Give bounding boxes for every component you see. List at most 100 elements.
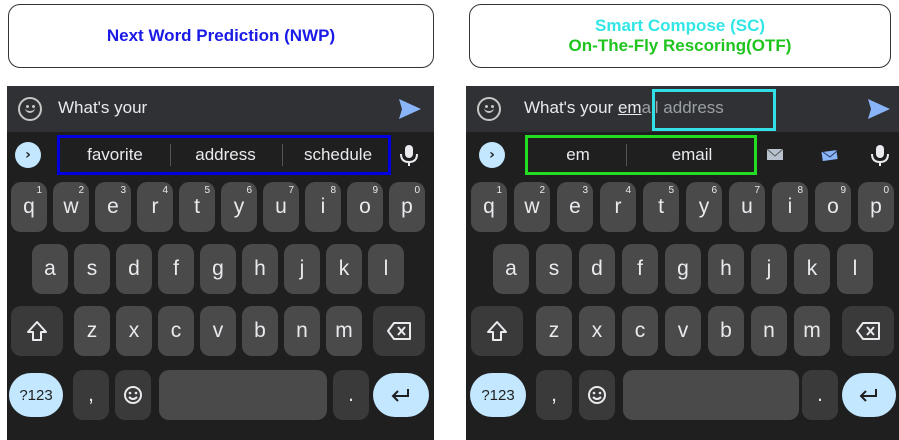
emoji-key[interactable]: [579, 370, 615, 420]
suggestion-strip: › favorite address schedule: [7, 132, 434, 176]
key-y[interactable]: y6: [686, 182, 722, 232]
text-input-bar[interactable]: What's your: [7, 86, 434, 132]
send-arrow-icon[interactable]: [398, 98, 422, 120]
key-b[interactable]: b: [708, 306, 744, 356]
key-o[interactable]: o9: [815, 182, 851, 232]
key-g[interactable]: g: [200, 244, 236, 294]
key-m[interactable]: m: [794, 306, 830, 356]
key-j[interactable]: j: [284, 244, 320, 294]
key-i[interactable]: i8: [772, 182, 808, 232]
key-y[interactable]: y6: [221, 182, 257, 232]
backspace-icon: [387, 322, 411, 340]
key-row-4: ?123 , .: [7, 370, 434, 420]
key-n[interactable]: n: [284, 306, 320, 356]
key-l[interactable]: l: [837, 244, 873, 294]
key-row-4: ?123 , .: [466, 370, 899, 420]
chevron-right-icon[interactable]: ›: [479, 142, 505, 168]
key-c[interactable]: c: [158, 306, 194, 356]
key-o[interactable]: o9: [347, 182, 383, 232]
period-key[interactable]: .: [802, 370, 838, 420]
key-e[interactable]: e3: [95, 182, 131, 232]
key-u[interactable]: u7: [263, 182, 299, 232]
key-t[interactable]: t5: [179, 182, 215, 232]
key-z[interactable]: z: [536, 306, 572, 356]
otf-caption-title: On-The-Fly Rescoring(OTF): [568, 36, 792, 55]
enter-key[interactable]: [373, 373, 429, 417]
key-h[interactable]: h: [242, 244, 278, 294]
key-row-2: a s d f g h j k l: [7, 244, 434, 294]
backspace-key[interactable]: [842, 306, 894, 356]
symbols-key[interactable]: ?123: [470, 373, 526, 417]
key-l[interactable]: l: [368, 244, 404, 294]
shift-key[interactable]: [11, 306, 63, 356]
enter-key[interactable]: [842, 373, 896, 417]
key-x[interactable]: x: [116, 306, 152, 356]
key-k[interactable]: k: [794, 244, 830, 294]
key-u[interactable]: u7: [729, 182, 765, 232]
smiley-icon: [588, 386, 606, 404]
smiley-icon[interactable]: [18, 97, 42, 121]
key-f[interactable]: f: [158, 244, 194, 294]
key-a[interactable]: a: [493, 244, 529, 294]
backspace-key[interactable]: [373, 306, 425, 356]
key-n[interactable]: n: [751, 306, 787, 356]
input-prefix: What's your: [524, 98, 618, 117]
shift-arrow-icon: [27, 321, 47, 341]
key-j[interactable]: j: [751, 244, 787, 294]
key-w[interactable]: w2: [514, 182, 550, 232]
key-z[interactable]: z: [74, 306, 110, 356]
input-typed: em: [617, 98, 642, 117]
sc-highlight-box: [652, 89, 776, 131]
key-c[interactable]: c: [622, 306, 658, 356]
key-v[interactable]: v: [200, 306, 236, 356]
message-input-text[interactable]: What's your: [58, 98, 147, 118]
envelope-icon[interactable]: [821, 148, 839, 161]
symbols-key[interactable]: ?123: [9, 373, 63, 417]
enter-return-icon: [391, 389, 409, 402]
key-f[interactable]: f: [622, 244, 658, 294]
comma-key[interactable]: ,: [73, 370, 109, 420]
key-r[interactable]: r4: [137, 182, 173, 232]
envelope-icon[interactable]: [766, 148, 784, 161]
send-arrow-icon[interactable]: [867, 98, 891, 120]
key-a[interactable]: a: [32, 244, 68, 294]
key-d[interactable]: d: [579, 244, 615, 294]
key-k[interactable]: k: [326, 244, 362, 294]
left-keyboard-panel: What's your › favorite address schedule …: [7, 86, 434, 440]
key-e[interactable]: e3: [557, 182, 593, 232]
key-i[interactable]: i8: [305, 182, 341, 232]
nwp-highlight-box: [57, 135, 391, 175]
key-d[interactable]: d: [116, 244, 152, 294]
key-row-1: q1 w2 e3 r4 t5 y6 u7 i8 o9 p0: [466, 182, 899, 232]
nwp-caption-title: Next Word Prediction (NWP): [106, 26, 336, 45]
key-s[interactable]: s: [74, 244, 110, 294]
comma-key[interactable]: ,: [536, 370, 572, 420]
mic-icon[interactable]: [867, 142, 893, 168]
smiley-icon[interactable]: [477, 97, 501, 121]
mic-icon[interactable]: [396, 142, 422, 168]
key-x[interactable]: x: [579, 306, 615, 356]
key-g[interactable]: g: [665, 244, 701, 294]
key-row-3: z x c v b n m: [466, 306, 899, 356]
shift-arrow-icon: [487, 321, 507, 341]
shift-key[interactable]: [471, 306, 523, 356]
key-q[interactable]: q1: [471, 182, 507, 232]
suggestion-strip: › em email: [466, 132, 899, 176]
space-key[interactable]: [159, 370, 327, 420]
key-p[interactable]: p0: [858, 182, 894, 232]
key-r[interactable]: r4: [600, 182, 636, 232]
key-b[interactable]: b: [242, 306, 278, 356]
space-key[interactable]: [623, 370, 799, 420]
key-s[interactable]: s: [536, 244, 572, 294]
emoji-key[interactable]: [115, 370, 151, 420]
key-p[interactable]: p0: [389, 182, 425, 232]
key-w[interactable]: w2: [53, 182, 89, 232]
key-m[interactable]: m: [326, 306, 362, 356]
key-q[interactable]: q1: [11, 182, 47, 232]
sc-otf-caption: Smart Compose (SC) On-The-Fly Rescoring(…: [469, 4, 891, 68]
key-v[interactable]: v: [665, 306, 701, 356]
key-h[interactable]: h: [708, 244, 744, 294]
period-key[interactable]: .: [333, 370, 369, 420]
key-t[interactable]: t5: [643, 182, 679, 232]
chevron-right-icon[interactable]: ›: [15, 142, 41, 168]
